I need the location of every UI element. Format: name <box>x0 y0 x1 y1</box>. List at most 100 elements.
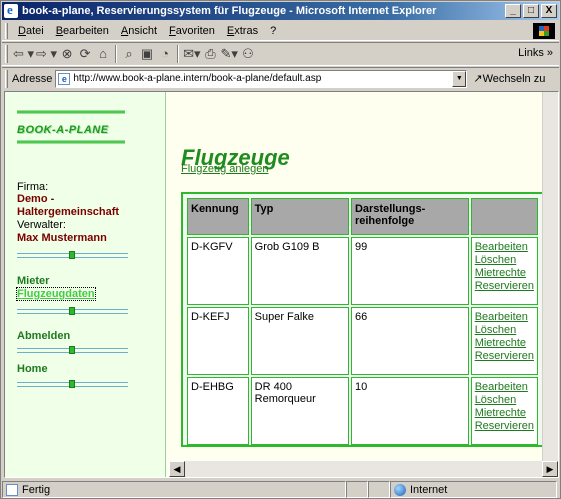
edit-icon[interactable]: ✎▾ <box>220 45 237 63</box>
links-toolbar[interactable]: Links » <box>518 47 553 59</box>
delete-link[interactable]: Löschen <box>475 324 534 337</box>
col-reihenfolge: Darstellungs-reihenfolge <box>350 198 469 235</box>
home-icon[interactable]: ⌂ <box>95 45 111 63</box>
reserve-link[interactable]: Reservieren <box>475 420 534 433</box>
status-text: Fertig <box>22 483 51 496</box>
address-input[interactable]: e http://www.book-a-plane.intern/book-a-… <box>55 69 468 88</box>
status-pane: Fertig <box>2 481 346 498</box>
menu-extras[interactable]: Extras <box>221 25 264 37</box>
delete-link[interactable]: Löschen <box>475 254 534 267</box>
menu-favoriten[interactable]: Favoriten <box>163 25 221 37</box>
menu-bar: Datei Bearbeiten Ansicht Favoriten Extra… <box>2 21 559 41</box>
table-row: D-KEFJ Super Falke 66 Bearbeiten Löschen… <box>187 307 538 375</box>
mail-icon[interactable]: ✉▾ <box>183 45 200 63</box>
rental-rights-link[interactable]: Mietrechte <box>475 267 534 280</box>
add-aircraft-link[interactable]: Flugzeug anlegen <box>181 163 268 175</box>
vertical-scrollbar[interactable] <box>542 92 558 461</box>
address-url[interactable]: http://www.book-a-plane.intern/book-a-pl… <box>73 73 321 84</box>
zone-text: Internet <box>410 483 448 496</box>
nav-mieter[interactable]: Mieter <box>17 275 49 287</box>
logo-bar-top <box>17 110 125 114</box>
reserve-link[interactable]: Reservieren <box>475 350 534 363</box>
browser-window: book-a-plane, Reservierungssystem für Fl… <box>0 0 561 499</box>
cell-typ: Grob G109 B <box>250 237 349 305</box>
go-arrow-icon: ↗ <box>473 73 483 85</box>
slider-knob <box>69 307 75 315</box>
col-typ: Typ <box>250 198 349 235</box>
aircraft-table: Kennung Typ Darstellungs-reihenfolge D-K… <box>185 196 540 447</box>
cell-kennung: D-KGFV <box>187 237 249 305</box>
book-a-plane-logo[interactable]: BOOK-A-PLANE <box>17 124 109 136</box>
forward-icon[interactable]: ⇨ ▾ <box>36 45 57 63</box>
table-row: D-EHBG DR 400 Remorqueur 10 Bearbeiten L… <box>187 377 538 445</box>
menu-datei[interactable]: Datei <box>12 25 50 37</box>
rental-rights-link[interactable]: Mietrechte <box>475 337 534 350</box>
menu-bearbeiten[interactable]: Bearbeiten <box>50 25 115 37</box>
sidebar: BOOK-A-PLANE Firma: Demo - Haltergemeins… <box>5 92 166 477</box>
toolbar-separator <box>115 45 118 63</box>
edit-link[interactable]: Bearbeiten <box>475 241 534 254</box>
back-icon[interactable]: ⇦ ▾ <box>13 45 34 63</box>
cell-actions: Bearbeiten Löschen Mietrechte Reserviere… <box>470 237 538 305</box>
verwalter-label: Verwalter: <box>17 219 66 231</box>
refresh-icon[interactable]: ⟳ <box>77 45 93 63</box>
address-grip[interactable] <box>5 69 8 88</box>
window-title: book-a-plane, Reservierungssystem für Fl… <box>22 5 437 17</box>
cell-typ: DR 400 Remorqueur <box>250 377 349 445</box>
history-icon[interactable]: ◔ <box>157 45 173 63</box>
scroll-right-icon[interactable]: ▶ <box>542 461 558 477</box>
address-bar: Adresse e http://www.book-a-plane.intern… <box>2 67 559 89</box>
rental-rights-link[interactable]: Mietrechte <box>475 407 534 420</box>
verwalter-value: Max Mustermann <box>17 232 107 244</box>
logo-bar-bottom <box>17 140 125 144</box>
edit-link[interactable]: Bearbeiten <box>475 311 534 324</box>
table-row: D-KGFV Grob G109 B 99 Bearbeiten Löschen… <box>187 237 538 305</box>
status-pane-empty <box>368 481 390 498</box>
page-done-icon <box>6 483 18 496</box>
maximize-button[interactable]: □ <box>523 4 539 18</box>
minimize-button[interactable]: _ <box>505 4 521 18</box>
firma-label: Firma: <box>17 181 49 193</box>
aircraft-table-frame: Kennung Typ Darstellungs-reihenfolge D-K… <box>181 192 544 447</box>
title-bar[interactable]: book-a-plane, Reservierungssystem für Fl… <box>2 2 559 20</box>
globe-icon <box>394 483 406 496</box>
cell-reihenfolge: 66 <box>350 307 469 375</box>
delete-link[interactable]: Löschen <box>475 394 534 407</box>
firma-value: Demo - Haltergemeinschaft <box>17 193 120 218</box>
menu-ansicht[interactable]: Ansicht <box>115 25 163 37</box>
search-icon[interactable]: ⌕ <box>121 45 137 63</box>
col-actions <box>470 198 538 235</box>
slider-knob <box>69 251 75 259</box>
col-kennung: Kennung <box>187 198 249 235</box>
discuss-icon[interactable]: ⚇ <box>240 45 256 63</box>
table-header-row: Kennung Typ Darstellungs-reihenfolge <box>187 198 538 235</box>
toolbar-grip[interactable] <box>5 45 8 63</box>
nav-abmelden[interactable]: Abmelden <box>17 330 70 342</box>
horizontal-scrollbar[interactable]: ◀ ▶ <box>169 461 558 477</box>
reserve-link[interactable]: Reservieren <box>475 280 534 293</box>
divider-slider <box>17 307 128 315</box>
stop-icon[interactable]: ⊗ <box>59 45 75 63</box>
slider-knob <box>69 346 75 354</box>
menu-grip[interactable] <box>5 22 8 39</box>
divider-slider <box>17 251 128 259</box>
slider-knob <box>69 380 75 388</box>
close-button[interactable]: X <box>541 4 557 18</box>
divider-slider <box>17 346 128 354</box>
status-bar: Fertig Internet <box>2 480 559 499</box>
nav-home[interactable]: Home <box>17 363 48 375</box>
cell-kennung: D-EHBG <box>187 377 249 445</box>
address-dropdown-icon[interactable]: ▼ <box>452 70 467 87</box>
menu-help[interactable]: ? <box>264 25 282 37</box>
page-viewport: BOOK-A-PLANE Firma: Demo - Haltergemeins… <box>4 91 559 478</box>
scroll-left-icon[interactable]: ◀ <box>169 461 185 477</box>
print-icon[interactable]: ⎙ <box>202 45 218 63</box>
favorites-icon[interactable]: ▣ <box>139 45 155 63</box>
toolbar-separator <box>177 45 180 63</box>
edit-link[interactable]: Bearbeiten <box>475 381 534 394</box>
nav-flugzeugdaten[interactable]: Flugzeugdaten <box>16 287 96 301</box>
cell-reihenfolge: 99 <box>350 237 469 305</box>
cell-actions: Bearbeiten Löschen Mietrechte Reserviere… <box>470 377 538 445</box>
cell-kennung: D-KEFJ <box>187 307 249 375</box>
go-button[interactable]: ↗Wechseln zu <box>473 72 545 85</box>
